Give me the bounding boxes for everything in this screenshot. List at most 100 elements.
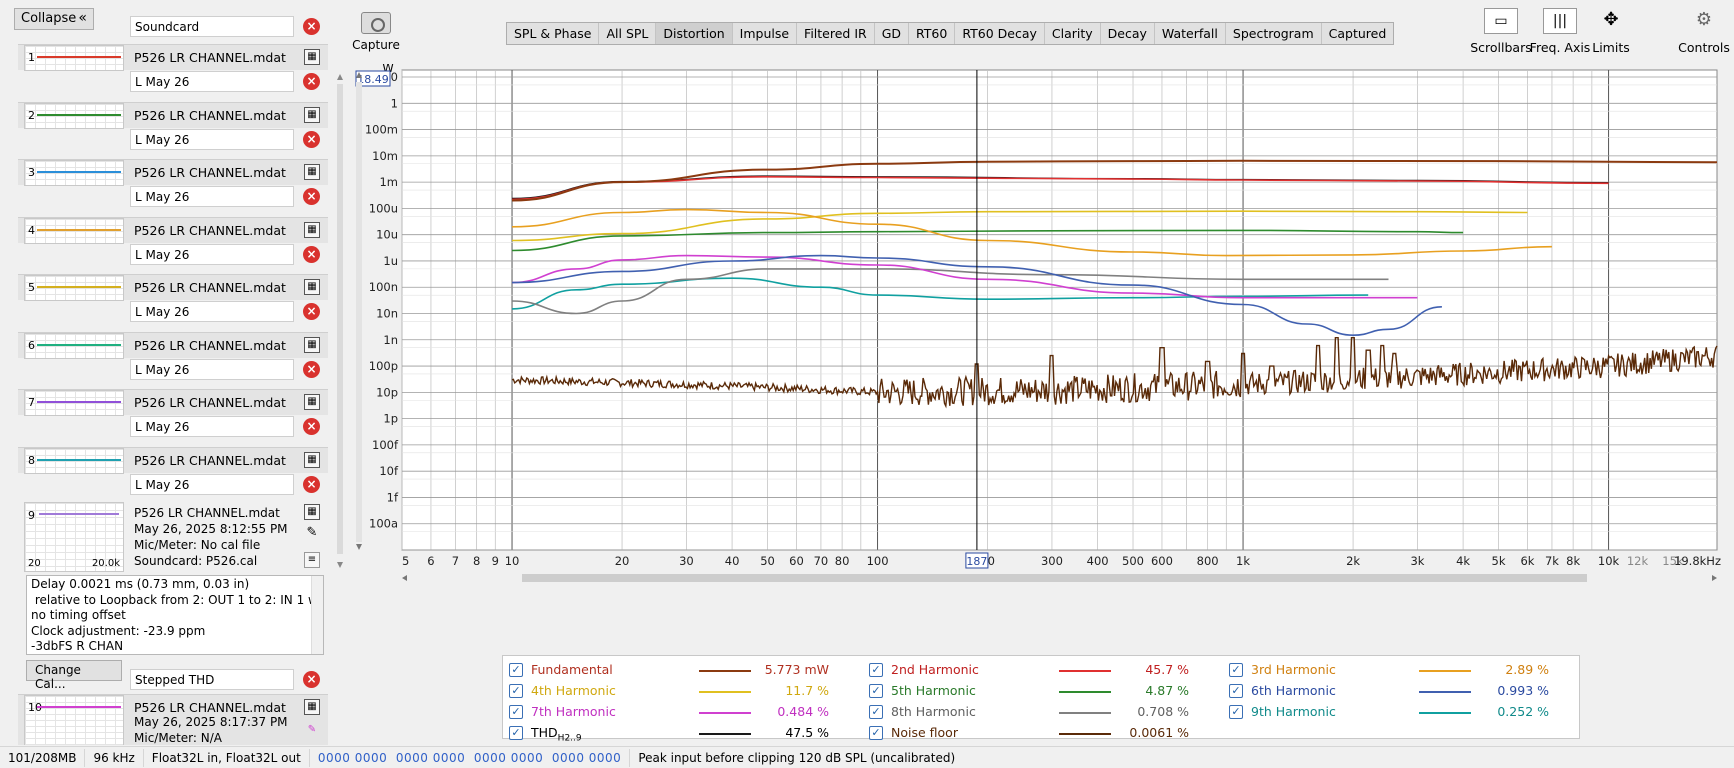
measurement-row[interactable]: 2 P526 LR CHANNEL.mdat ▦ [18, 101, 328, 129]
limits-button[interactable]: ✥ Limits [1580, 8, 1642, 55]
remove-measurement-icon[interactable]: × [303, 360, 320, 378]
remove-measurement-icon[interactable]: × [303, 303, 320, 320]
legend-entry: ✓ 6th Harmonic 0.993 % [1229, 681, 1559, 701]
remove-measurement-icon[interactable]: × [303, 418, 320, 435]
remove-measurement-icon[interactable]: × [303, 188, 320, 205]
7th-harmonic-checkbox[interactable]: ✓ [509, 705, 523, 719]
pen-icon[interactable]: ✎ [304, 723, 320, 739]
fundamental-checkbox[interactable]: ✓ [509, 663, 523, 677]
tab-rt60-decay[interactable]: RT60 Decay [955, 23, 1045, 44]
legend-label-sub: H2..9 [557, 733, 582, 744]
measurement-settings-icon[interactable]: ▦ [304, 49, 320, 65]
tab-spectrogram[interactable]: Spectrogram [1226, 23, 1322, 44]
input-bits: 0000 0000 0000 0000 0000 0000 0000 0000 [317, 750, 622, 765]
measurement-settings-icon[interactable]: ▦ [304, 279, 320, 295]
graph-tabs: SPL & Phase All SPL Distortion Impulse Filte… [506, 22, 1395, 45]
measurement-row[interactable]: 8 P526 LR CHANNEL.mdat ▦ [18, 446, 328, 474]
tab-filtered-ir[interactable]: Filtered IR [797, 23, 875, 44]
measurement-name-field[interactable]: L May 26 [130, 243, 294, 265]
freq-axis-icon: ||| [1543, 8, 1577, 34]
tab-gd[interactable]: GD [875, 23, 910, 44]
measurement-name-field[interactable]: L May 26 [130, 128, 294, 150]
tab-spl-phase[interactable]: SPL & Phase [507, 23, 600, 44]
y-tick-label: 100f [372, 438, 399, 452]
remove-measurement-icon[interactable]: × [303, 73, 320, 90]
collapse-button[interactable]: Collapse « [14, 8, 94, 30]
measurement-settings-icon[interactable]: ▦ [304, 106, 320, 123]
measurement-row[interactable]: 10 P526 LR CHANNEL.mdat May 26, 2025 8:1… [18, 694, 328, 745]
9th-harmonic-checkbox[interactable]: ✓ [1229, 705, 1243, 719]
measurement-notes[interactable]: Delay 0.0021 ms (0.73 mm, 0.03 in) relat… [26, 575, 324, 655]
tab-decay[interactable]: Decay [1101, 23, 1155, 44]
y-tick-label: 100p [369, 359, 398, 373]
measurement-row[interactable]: 5 P526 LR CHANNEL.mdat ▦ [18, 274, 328, 301]
measurement-row[interactable]: 3 P526 LR CHANNEL.mdat ▦ [18, 159, 328, 186]
tab-impulse[interactable]: Impulse [733, 23, 798, 44]
measurement-settings-icon[interactable]: ▦ [304, 504, 320, 520]
panel-scrollbar[interactable] [336, 72, 343, 572]
controls-button[interactable]: ⚙ Controls [1673, 8, 1734, 55]
capture-button[interactable]: Capture [352, 12, 400, 52]
measurement-name-field[interactable]: L May 26 [130, 301, 294, 322]
measurement-number: 9 [28, 509, 35, 522]
tab-waterfall[interactable]: Waterfall [1155, 23, 1226, 44]
pen-icon[interactable]: ✎ [304, 526, 320, 542]
x-scroll-thumb [522, 574, 1587, 582]
measurement-settings-icon[interactable]: ▦ [304, 221, 320, 238]
4th-harmonic-checkbox[interactable]: ✓ [509, 684, 523, 698]
scrollbars-button[interactable]: ▭ Scrollbars [1470, 8, 1532, 55]
change-cal-button[interactable]: Change Cal... [26, 660, 122, 691]
measurement-name-field[interactable]: L May 26 [130, 186, 294, 207]
remove-measurement-icon[interactable]: × [303, 130, 320, 148]
tab-clarity[interactable]: Clarity [1045, 23, 1101, 44]
measurement-row[interactable]: 1 P526 LR CHANNEL.mdat ▦ [18, 44, 328, 71]
remove-measurement-icon[interactable]: × [303, 671, 320, 688]
cursor-readout: 187 [966, 555, 987, 568]
6th-harmonic-checkbox[interactable]: ✓ [1229, 684, 1243, 698]
legend-value: 0.0061 % [1129, 725, 1189, 740]
remove-measurement-icon[interactable]: × [303, 245, 320, 263]
measurement-name-field[interactable]: L May 26 [130, 416, 294, 437]
thd-checkbox[interactable]: ✓ [509, 726, 523, 740]
legend-swatch [699, 733, 751, 735]
5th-harmonic-checkbox[interactable]: ✓ [869, 684, 883, 698]
3rd-harmonic-checkbox[interactable]: ✓ [1229, 663, 1243, 677]
measurement-file: P526 LR CHANNEL.mdat [134, 452, 286, 468]
measurement-row[interactable]: 7 P526 LR CHANNEL.mdat ▦ [18, 389, 328, 416]
distortion-graph[interactable]: 10 1 100m 10m 1m 100u 10u 1u 100n 10n 1n 100p 10p 1p 1… [352, 64, 1724, 650]
measurement-settings-icon[interactable]: ▦ [304, 394, 320, 410]
y-tick-label: 100m [365, 123, 398, 137]
tab-distortion[interactable]: Distortion [656, 23, 733, 44]
soundcard-name-field[interactable]: Soundcard [130, 16, 294, 37]
remove-measurement-icon[interactable]: × [303, 475, 320, 493]
measurement-name-field[interactable]: L May 26 [130, 71, 294, 92]
8th-harmonic-checkbox[interactable]: ✓ [869, 705, 883, 719]
measurement-settings-icon[interactable]: ▦ [304, 336, 320, 353]
x-tick-label: 1k [1236, 554, 1250, 568]
legend-swatch [1419, 691, 1471, 693]
measurement-name-field[interactable]: L May 26 [130, 358, 294, 380]
notes-line: -3dbFS R CHAN [31, 639, 124, 653]
y-tick-label: 10n [376, 307, 398, 321]
tab-all-spl[interactable]: All SPL [599, 23, 657, 44]
measurement-name-field[interactable]: L May 26 [130, 473, 294, 495]
noise-floor-checkbox[interactable]: ✓ [869, 726, 883, 740]
measurement-row[interactable]: 6 P526 LR CHANNEL.mdat ▦ [18, 331, 328, 359]
graph-legend: ✓ Fundamental 5.773 mW ✓ 2nd Harmonic 45.7 % ✓… [502, 655, 1580, 744]
measurement-name-field[interactable]: Stepped THD [130, 669, 294, 690]
measurement-number: 7 [28, 396, 35, 409]
measurement-settings-icon[interactable]: ▦ [304, 164, 320, 180]
measurement-row[interactable]: 4 P526 LR CHANNEL.mdat ▦ [18, 216, 328, 244]
document-icon[interactable]: ≡ [304, 552, 320, 568]
measurement-settings-icon[interactable]: ▦ [304, 451, 320, 468]
x-tick-label: 50 [760, 554, 775, 568]
measurement-settings-icon[interactable]: ▦ [304, 699, 320, 715]
status-bar: 101/208MB 96 kHz Float32L in, Float32L o… [0, 746, 1734, 768]
tab-rt60[interactable]: RT60 [909, 23, 956, 44]
tab-captured[interactable]: Captured [1322, 23, 1394, 44]
notes-scrollbar[interactable] [311, 576, 323, 654]
2nd-harmonic-checkbox[interactable]: ✓ [869, 663, 883, 677]
remove-soundcard-icon[interactable]: × [303, 18, 320, 35]
x-tick-label: 7 [452, 554, 459, 568]
selected-measurement[interactable]: 9 20 20.0k P526 LR CHANNEL.mdat May 26, … [18, 502, 328, 574]
